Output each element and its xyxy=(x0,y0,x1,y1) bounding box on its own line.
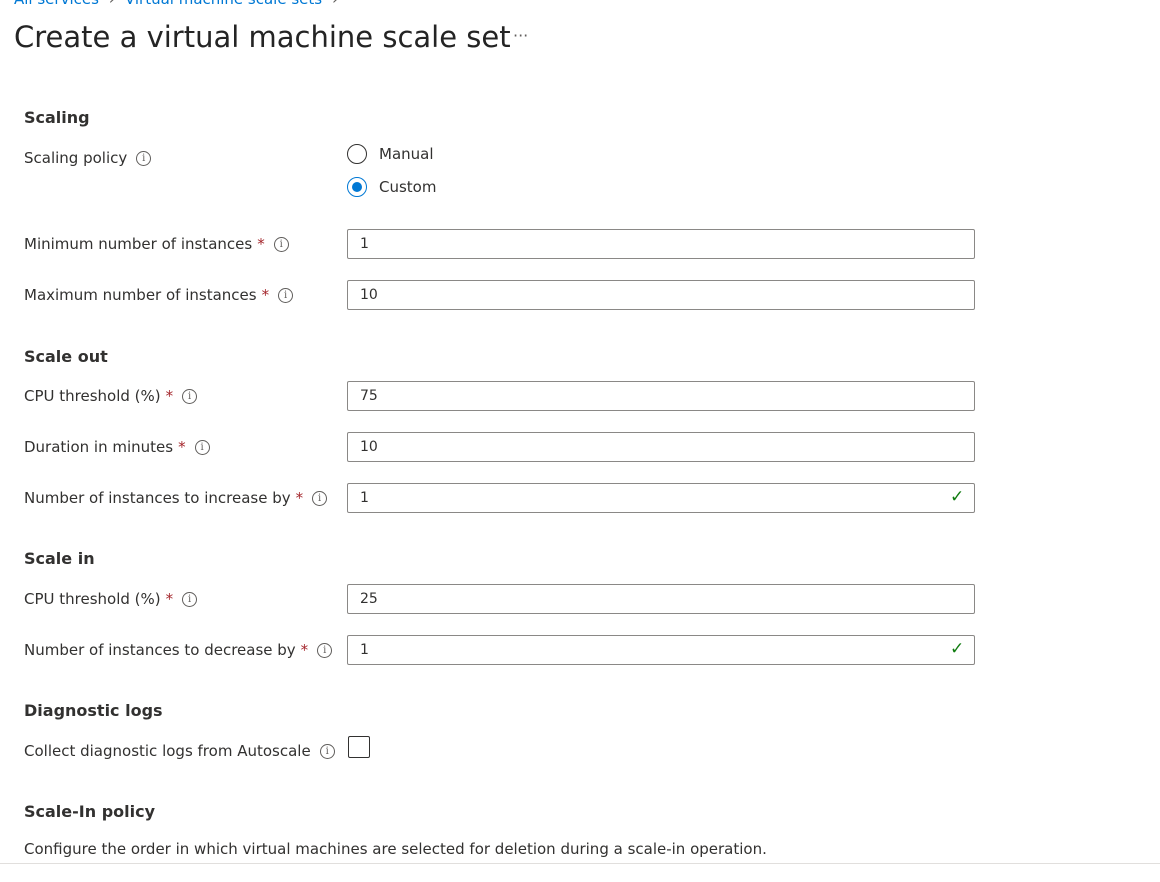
scale-out-cpu-input[interactable] xyxy=(347,381,975,411)
info-icon[interactable]: i xyxy=(194,439,210,455)
info-icon[interactable]: i xyxy=(319,743,335,759)
decrease-by-input[interactable] xyxy=(347,635,975,665)
breadcrumb: All services › Virtual machine scale sets › xyxy=(14,0,348,8)
radio-manual[interactable]: Manual xyxy=(347,144,434,164)
duration-label: Duration in minutes * i xyxy=(24,438,210,456)
breadcrumb-all-services[interactable]: All services xyxy=(14,0,99,8)
info-icon[interactable]: i xyxy=(312,490,328,506)
label-text: CPU threshold (%) xyxy=(24,590,161,608)
label-text: CPU threshold (%) xyxy=(24,387,161,405)
divider xyxy=(0,863,1160,864)
label-text: Number of instances to decrease by xyxy=(24,641,296,659)
radio-circle-selected xyxy=(347,177,367,197)
collect-logs-label: Collect diagnostic logs from Autoscale i xyxy=(24,742,335,760)
duration-input[interactable] xyxy=(347,432,975,462)
breadcrumb-vmss[interactable]: Virtual machine scale sets xyxy=(125,0,322,8)
valid-check-icon: ✓ xyxy=(950,639,965,659)
required-marker: * xyxy=(295,489,304,507)
scale-in-policy-description: Configure the order in which virtual mac… xyxy=(24,840,767,858)
increase-by-input[interactable] xyxy=(347,483,975,513)
radio-label: Manual xyxy=(379,145,434,163)
label-text: Number of instances to increase by xyxy=(24,489,291,507)
label-text: Duration in minutes xyxy=(24,438,174,456)
chevron-right-icon: › xyxy=(109,0,115,8)
label-text: Maximum number of instances xyxy=(24,286,257,304)
scaling-policy-label: Scaling policy i xyxy=(24,149,152,167)
max-instances-label: Maximum number of instances * i xyxy=(24,286,294,304)
radio-custom[interactable]: Custom xyxy=(347,177,436,197)
min-instances-input[interactable] xyxy=(347,229,975,259)
decrease-by-label: Number of instances to decrease by * i xyxy=(24,641,333,659)
section-scaling: Scaling xyxy=(24,108,90,127)
section-scale-in: Scale in xyxy=(24,549,95,568)
max-instances-input[interactable] xyxy=(347,280,975,310)
page-title: Create a virtual machine scale set xyxy=(14,20,511,54)
radio-circle xyxy=(347,144,367,164)
required-marker: * xyxy=(165,387,174,405)
scale-in-cpu-input[interactable] xyxy=(347,584,975,614)
info-icon[interactable]: i xyxy=(278,287,294,303)
info-icon[interactable]: i xyxy=(273,236,289,252)
increase-by-label: Number of instances to increase by * i xyxy=(24,489,328,507)
required-marker: * xyxy=(261,286,270,304)
valid-check-icon: ✓ xyxy=(950,487,965,507)
required-marker: * xyxy=(165,590,174,608)
info-icon[interactable]: i xyxy=(182,591,198,607)
label-text: Collect diagnostic logs from Autoscale xyxy=(24,742,311,760)
label-text: Scaling policy xyxy=(24,149,128,167)
radio-label: Custom xyxy=(379,178,437,196)
section-scale-out: Scale out xyxy=(24,347,108,366)
scale-in-cpu-label: CPU threshold (%) * i xyxy=(24,590,198,608)
info-icon[interactable]: i xyxy=(136,150,152,166)
required-marker: * xyxy=(257,235,265,253)
label-text: Minimum number of instances xyxy=(24,235,253,253)
more-options-button[interactable]: ··· xyxy=(513,26,528,45)
required-marker: * xyxy=(178,438,186,456)
section-diagnostic-logs: Diagnostic logs xyxy=(24,701,163,720)
collect-logs-checkbox[interactable] xyxy=(348,736,370,758)
scale-out-cpu-label: CPU threshold (%) * i xyxy=(24,387,198,405)
info-icon[interactable]: i xyxy=(317,642,333,658)
section-scale-in-policy: Scale-In policy xyxy=(24,802,156,821)
info-icon[interactable]: i xyxy=(182,388,198,404)
chevron-right-icon: › xyxy=(332,0,338,8)
required-marker: * xyxy=(300,641,309,659)
min-instances-label: Minimum number of instances * i xyxy=(24,235,289,253)
